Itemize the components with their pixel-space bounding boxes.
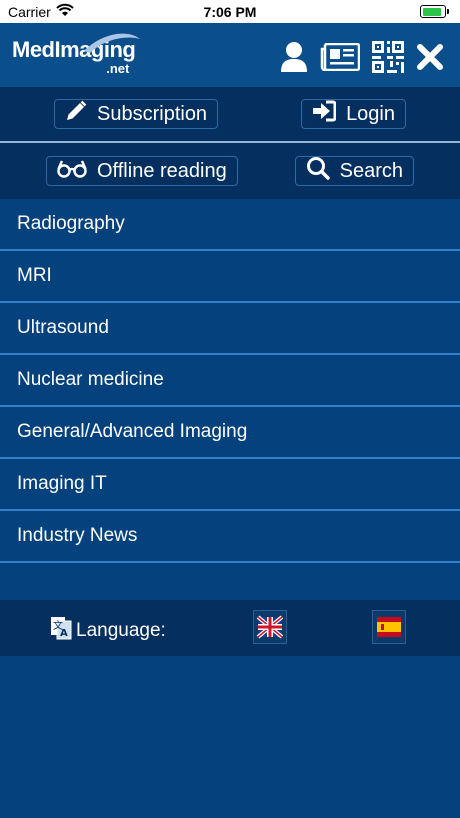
search-icon [306, 156, 330, 186]
menu-item-imaging-it[interactable]: Imaging IT [0, 459, 460, 511]
menu-item-ultrasound[interactable]: Ultrasound [0, 303, 460, 355]
user-icon[interactable] [280, 41, 308, 78]
account-actions: Subscription Login [0, 87, 460, 143]
language-bar: 文A Language: [0, 600, 460, 656]
qr-code-icon[interactable] [372, 41, 404, 78]
svg-text:A: A [60, 628, 68, 639]
login-button[interactable]: Login [301, 99, 406, 129]
offline-reading-button[interactable]: Offline reading [46, 156, 238, 186]
app-header: MedImaging .net [0, 23, 460, 87]
pencil-icon [65, 100, 87, 128]
search-label: Search [339, 159, 403, 182]
category-menu: Radiography MRI Ultrasound Nuclear medic… [0, 199, 460, 563]
language-label: Language: [76, 620, 166, 641]
spain-flag-icon[interactable] [372, 610, 406, 644]
battery-icon [420, 5, 449, 18]
login-label: Login [346, 102, 395, 125]
uk-flag-icon[interactable] [253, 610, 287, 644]
search-button[interactable]: Search [294, 156, 414, 186]
logo-net-text: .net [106, 61, 130, 76]
menu-item-industry-news[interactable]: Industry News [0, 511, 460, 563]
menu-item-general-advanced-imaging[interactable]: General/Advanced Imaging [0, 407, 460, 459]
subscription-button[interactable]: Subscription [54, 99, 219, 129]
newspaper-icon[interactable] [320, 42, 361, 76]
offline-reading-label: Offline reading [97, 159, 227, 182]
close-icon[interactable] [416, 43, 444, 76]
glasses-icon [57, 158, 87, 184]
sign-in-icon [312, 100, 337, 128]
menu-item-radiography[interactable]: Radiography [0, 199, 460, 251]
menu-item-mri[interactable]: MRI [0, 251, 460, 303]
menu-item-nuclear-medicine[interactable]: Nuclear medicine [0, 355, 460, 407]
subscription-label: Subscription [97, 102, 208, 125]
site-logo[interactable]: MedImaging .net [12, 33, 140, 76]
clock: 7:06 PM [203, 4, 257, 20]
translate-icon: 文A [50, 616, 72, 646]
status-bar: Carrier 7:06 PM [0, 0, 460, 23]
reading-actions: Offline reading Search [0, 143, 460, 199]
